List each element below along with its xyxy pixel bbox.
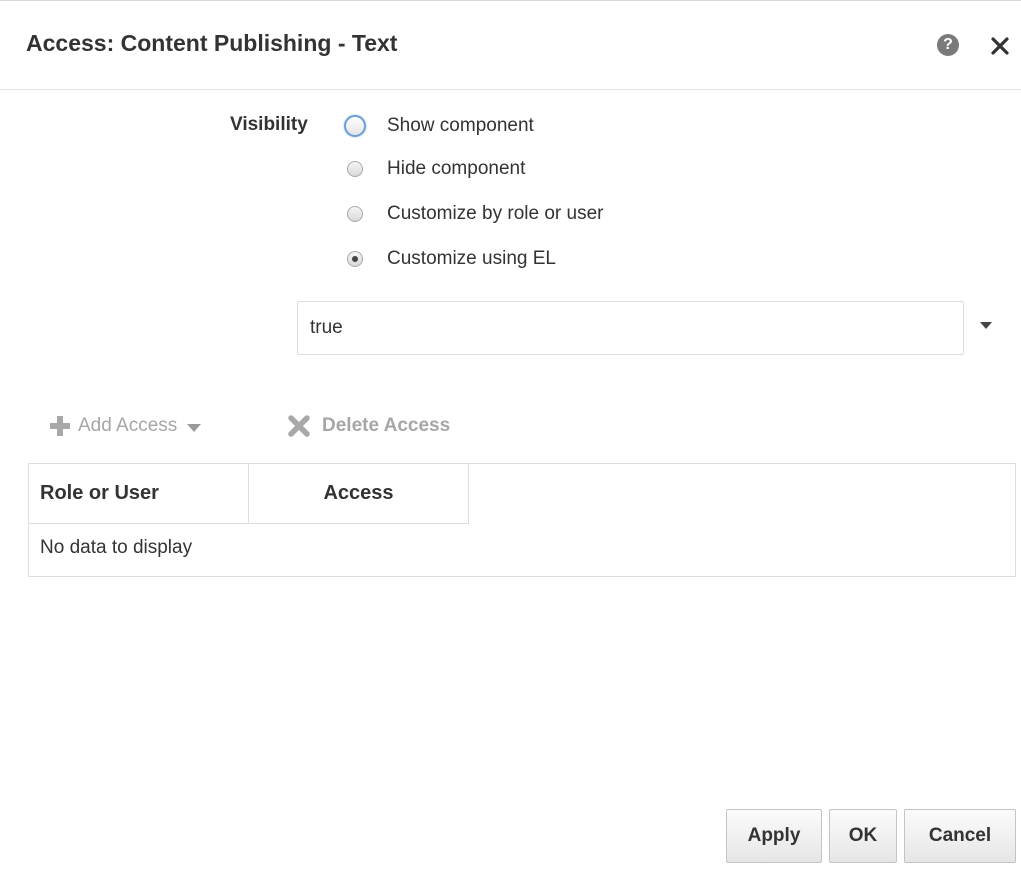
delete-access-label: Delete Access — [322, 415, 451, 436]
empty-table-message: No data to display — [40, 537, 193, 558]
access-dialog: Access: Content Publishing - Text ? Visi… — [0, 0, 1021, 871]
radio-button[interactable] — [347, 206, 363, 222]
column-header-role-or-user[interactable]: Role or User — [29, 464, 249, 524]
plus-icon — [50, 416, 70, 436]
radio-button[interactable] — [344, 115, 366, 137]
radio-customize-using-el[interactable]: Customize using EL — [345, 244, 556, 274]
apply-button[interactable]: Apply — [726, 809, 822, 863]
radio-customize-by-role[interactable]: Customize by role or user — [345, 199, 603, 229]
delete-access-button[interactable]: Delete Access — [286, 409, 450, 443]
add-access-label: Add Access — [78, 415, 178, 436]
caret-down-icon — [187, 424, 202, 432]
dialog-title: Access: Content Publishing - Text — [26, 30, 398, 56]
access-table: Role or User Access No data to display — [28, 463, 1016, 577]
ok-button[interactable]: OK — [829, 809, 897, 863]
radio-button[interactable] — [347, 161, 363, 177]
visibility-label: Visibility — [230, 114, 308, 135]
add-access-button[interactable]: Add Access — [48, 409, 202, 443]
dialog-header: Access: Content Publishing - Text ? — [0, 1, 1021, 90]
cancel-button[interactable]: Cancel — [904, 809, 1016, 863]
close-icon[interactable] — [988, 31, 1012, 59]
radio-show-component[interactable]: Show component — [344, 111, 534, 141]
el-expression-input[interactable] — [297, 301, 964, 355]
chevron-down-icon[interactable] — [980, 322, 992, 329]
radio-label: Show component — [387, 115, 534, 136]
x-icon — [288, 415, 310, 437]
radio-label: Customize using EL — [387, 248, 556, 269]
radio-label: Customize by role or user — [387, 203, 604, 224]
radio-hide-component[interactable]: Hide component — [345, 154, 525, 184]
radio-button[interactable] — [347, 251, 363, 267]
radio-label: Hide component — [387, 158, 526, 179]
column-header-access[interactable]: Access — [249, 464, 469, 524]
help-icon[interactable]: ? — [937, 34, 959, 56]
